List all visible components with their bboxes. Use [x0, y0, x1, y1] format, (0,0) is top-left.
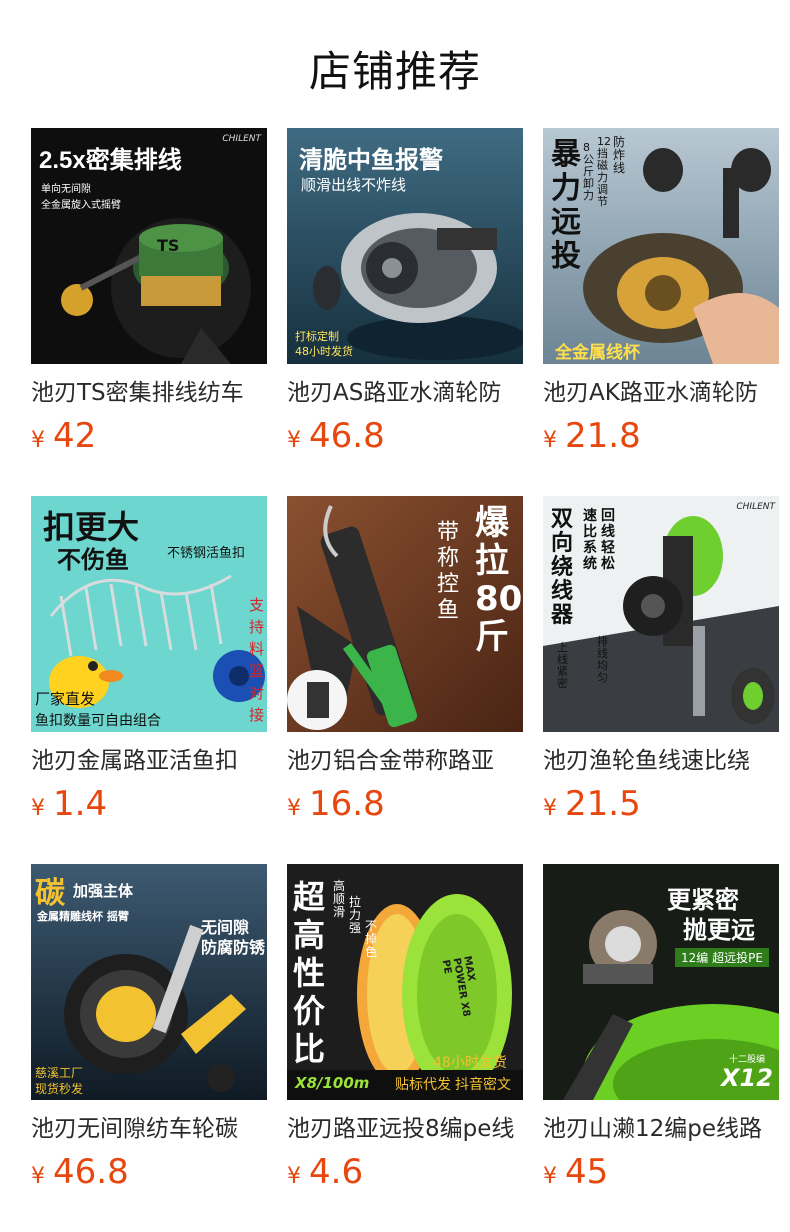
- product-card[interactable]: 爆拉80斤 带称控鱼 池刃铝合金带称路亚 ¥16.8: [287, 496, 523, 824]
- currency-symbol: ¥: [543, 1164, 557, 1189]
- promo-headline: 碳: [35, 876, 65, 911]
- promo-text: X8/100m: [295, 1074, 370, 1092]
- product-name[interactable]: 池刃铝合金带称路亚: [287, 746, 523, 776]
- promo-text: 顺滑出线不炸线: [301, 176, 407, 194]
- product-card[interactable]: 2.5x密集排线 单向无间隙 全金属旋入式摇臂 CHILENT TS 池刃TS密…: [31, 128, 267, 456]
- product-price: ¥46.8: [287, 416, 523, 456]
- product-image[interactable]: 扣更大 不伤鱼 不锈钢活鱼扣 支持料篮对接 厂家直发 鱼扣数量可自由组合: [31, 496, 267, 732]
- product-price: ¥46.8: [31, 1152, 267, 1192]
- promo-headline: 清脆中鱼报警: [299, 146, 443, 174]
- product-image[interactable]: 超高性价比 高顺滑 拉力强 不掉色 X8/100m 贴标代发 抖音密文 48小时…: [287, 864, 523, 1100]
- product-card[interactable]: 扣更大 不伤鱼 不锈钢活鱼扣 支持料篮对接 厂家直发 鱼扣数量可自由组合 池刃金…: [31, 496, 267, 824]
- product-name[interactable]: 池刃金属路亚活鱼扣: [31, 746, 267, 776]
- product-price: ¥21.8: [543, 416, 779, 456]
- price-value: 21.5: [565, 784, 641, 824]
- price-value: 46.8: [309, 416, 385, 456]
- currency-symbol: ¥: [31, 796, 45, 821]
- product-image[interactable]: 爆拉80斤 带称控鱼: [287, 496, 523, 732]
- currency-symbol: ¥: [287, 428, 301, 453]
- price-value: 4.6: [309, 1152, 364, 1192]
- promo-headline: 不伤鱼: [57, 546, 129, 574]
- currency-symbol: ¥: [287, 1164, 301, 1189]
- price-value: 42: [53, 416, 97, 456]
- price-value: 21.8: [565, 416, 641, 456]
- product-price: ¥45: [543, 1152, 779, 1192]
- promo-text: 带称控鱼: [437, 520, 460, 623]
- promo-text: 不掉色: [365, 919, 378, 959]
- promo-text: 贴标代发: [395, 1077, 451, 1093]
- product-image[interactable]: 2.5x密集排线 单向无间隙 全金属旋入式摇臂 CHILENT TS: [31, 128, 267, 364]
- product-name[interactable]: 池刃AK路亚水滴轮防: [543, 378, 779, 408]
- promo-headline: 双向绕线器: [551, 507, 574, 628]
- product-price: ¥42: [31, 416, 267, 456]
- promo-text: 速比系统: [583, 508, 597, 572]
- promo-headline: 暴力远投: [551, 137, 581, 274]
- product-card[interactable]: 双向绕线器 速比系统 回线轻松 上线紧密 排线均匀 CHILENT 池刃渔轮鱼线…: [543, 496, 779, 824]
- product-price: ¥1.4: [31, 784, 267, 824]
- promo-text: 厂家直发: [35, 690, 96, 708]
- reel-label: TS: [157, 236, 180, 255]
- product-name[interactable]: 池刃TS密集排线纺车: [31, 378, 267, 408]
- promo-text: X12: [721, 1064, 773, 1092]
- promo-text: 金属精雕线杯 摇臂: [37, 910, 129, 923]
- promo-text: 打标定制: [295, 330, 339, 343]
- product-card[interactable]: 更紧密 抛更远 12编 超远投PE 十二股编 X12 池刃山濑12编pe线路 ¥…: [543, 864, 779, 1192]
- currency-symbol: ¥: [543, 428, 557, 453]
- product-image[interactable]: 碳 加强主体 金属精雕线杯 摇臂 无间隙 防腐防锈 慈溪工厂 现货秒发: [31, 864, 267, 1100]
- currency-symbol: ¥: [543, 796, 557, 821]
- promo-text: 全金属线杯: [555, 343, 640, 363]
- promo-text: 12挡磁力调节: [597, 135, 611, 208]
- promo-text: 抖音密文: [455, 1077, 511, 1093]
- product-name[interactable]: 池刃山濑12编pe线路: [543, 1114, 779, 1144]
- brand-logo: CHILENT: [222, 134, 261, 144]
- section-title: 店铺推荐: [308, 47, 481, 96]
- promo-text: 防腐防锈: [201, 938, 266, 957]
- promo-text: 拉力强: [349, 895, 362, 935]
- product-card[interactable]: 清脆中鱼报警 顺滑出线不炸线 打标定制 48小时发货 池刃AS路亚水滴轮防 ¥4…: [287, 128, 523, 456]
- product-image[interactable]: 暴力远投 全金属线杯 防炸线 12挡磁力调节 8公斤卸力: [543, 128, 779, 364]
- promo-text: 回线轻松: [601, 508, 615, 572]
- price-value: 45: [565, 1152, 609, 1192]
- currency-symbol: ¥: [31, 1164, 45, 1189]
- brand-logo: CHILENT: [736, 502, 775, 512]
- promo-text: 48小时发货: [295, 345, 353, 358]
- promo-text: 不锈钢活鱼扣: [167, 546, 246, 561]
- product-price: ¥4.6: [287, 1152, 523, 1192]
- promo-headline: 抛更远: [683, 916, 755, 944]
- product-name[interactable]: 池刃路亚远投8编pe线: [287, 1114, 523, 1144]
- currency-symbol: ¥: [31, 428, 45, 453]
- product-image[interactable]: 清脆中鱼报警 顺滑出线不炸线 打标定制 48小时发货: [287, 128, 523, 364]
- price-value: 46.8: [53, 1152, 129, 1192]
- promo-text: 上线紧密: [557, 641, 568, 690]
- product-card[interactable]: 碳 加强主体 金属精雕线杯 摇臂 无间隙 防腐防锈 慈溪工厂 现货秒发 池刃无间…: [31, 864, 267, 1192]
- promo-text: 排线均匀: [597, 635, 608, 684]
- product-price: ¥16.8: [287, 784, 523, 824]
- promo-text: 全金属旋入式摇臂: [41, 200, 121, 211]
- promo-text: 防炸线: [613, 135, 626, 175]
- promo-text: 慈溪工厂: [35, 1066, 84, 1080]
- product-card[interactable]: 暴力远投 全金属线杯 防炸线 12挡磁力调节 8公斤卸力 池刃AK路亚水滴轮防 …: [543, 128, 779, 456]
- promo-text: 高顺滑: [333, 879, 346, 919]
- product-image[interactable]: 更紧密 抛更远 12编 超远投PE 十二股编 X12: [543, 864, 779, 1100]
- promo-text: 鱼扣数量可自由组合: [35, 713, 161, 729]
- product-name[interactable]: 池刃AS路亚水滴轮防: [287, 378, 523, 408]
- product-image[interactable]: 双向绕线器 速比系统 回线轻松 上线紧密 排线均匀 CHILENT: [543, 496, 779, 732]
- currency-symbol: ¥: [287, 796, 301, 821]
- promo-text: 支持料篮对接: [249, 596, 265, 724]
- promo-text: 12编 超远投PE: [675, 948, 769, 967]
- promo-text: 现货秒发: [35, 1082, 84, 1096]
- price-value: 16.8: [309, 784, 385, 824]
- promo-text: 单向无间隙: [41, 184, 91, 195]
- promo-headline: 超高性价比: [293, 878, 326, 1068]
- promo-headline: 2.5x密集排线: [39, 147, 182, 174]
- product-name[interactable]: 池刃无间隙纺车轮碳: [31, 1114, 267, 1144]
- product-name[interactable]: 池刃渔轮鱼线速比绕: [543, 746, 779, 776]
- promo-text: 48小时发货: [433, 1055, 507, 1071]
- promo-text: 8公斤卸力: [583, 141, 594, 202]
- product-card[interactable]: 超高性价比 高顺滑 拉力强 不掉色 X8/100m 贴标代发 抖音密文 48小时…: [287, 864, 523, 1192]
- price-value: 1.4: [53, 784, 108, 824]
- promo-headline: 爆拉80斤: [475, 503, 523, 657]
- product-price: ¥21.5: [543, 784, 779, 824]
- promo-text: 加强主体: [73, 882, 134, 900]
